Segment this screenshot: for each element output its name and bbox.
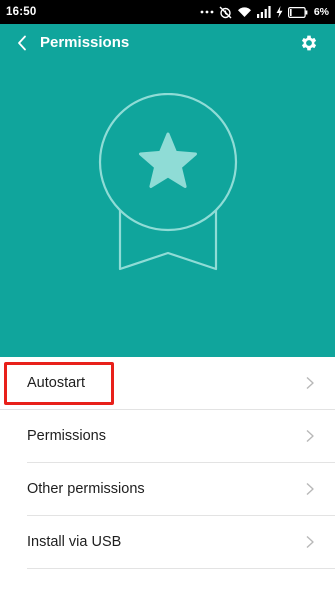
permissions-list: Autostart Permissions Other permissions … xyxy=(0,357,335,569)
page-title: Permissions xyxy=(40,34,130,51)
highlight-box xyxy=(4,362,114,405)
list-item-label: Other permissions xyxy=(27,481,145,497)
list-item-install-via-usb[interactable]: Install via USB xyxy=(0,516,335,569)
alarm-off-icon xyxy=(219,6,232,19)
status-time: 16:50 xyxy=(6,6,37,18)
back-button[interactable] xyxy=(12,32,32,54)
chevron-left-icon xyxy=(18,35,26,51)
dots-icon xyxy=(200,9,214,15)
list-item-label: Install via USB xyxy=(27,534,122,550)
settings-button[interactable] xyxy=(297,31,321,55)
list-item-other-permissions[interactable]: Other permissions xyxy=(0,463,335,516)
chevron-right-icon xyxy=(306,429,314,443)
battery-percentage: 6% xyxy=(313,6,329,18)
battery-icon xyxy=(287,6,308,18)
list-item-label: Permissions xyxy=(27,428,106,444)
wifi-icon xyxy=(237,6,252,18)
signal-icon xyxy=(256,6,271,18)
star-ribbon-badge-icon xyxy=(98,93,238,271)
status-bar: 16:50 6% xyxy=(0,0,335,24)
list-item-autostart[interactable]: Autostart xyxy=(0,357,335,410)
gear-icon xyxy=(301,35,317,51)
chevron-right-icon xyxy=(306,535,314,549)
chevron-right-icon xyxy=(306,376,314,390)
divider xyxy=(27,568,335,569)
permissions-header: Permissions xyxy=(0,24,335,357)
chevron-right-icon xyxy=(306,482,314,496)
status-icons: 6% xyxy=(200,6,329,19)
list-item-permissions[interactable]: Permissions xyxy=(0,410,335,463)
charging-icon xyxy=(276,6,283,18)
